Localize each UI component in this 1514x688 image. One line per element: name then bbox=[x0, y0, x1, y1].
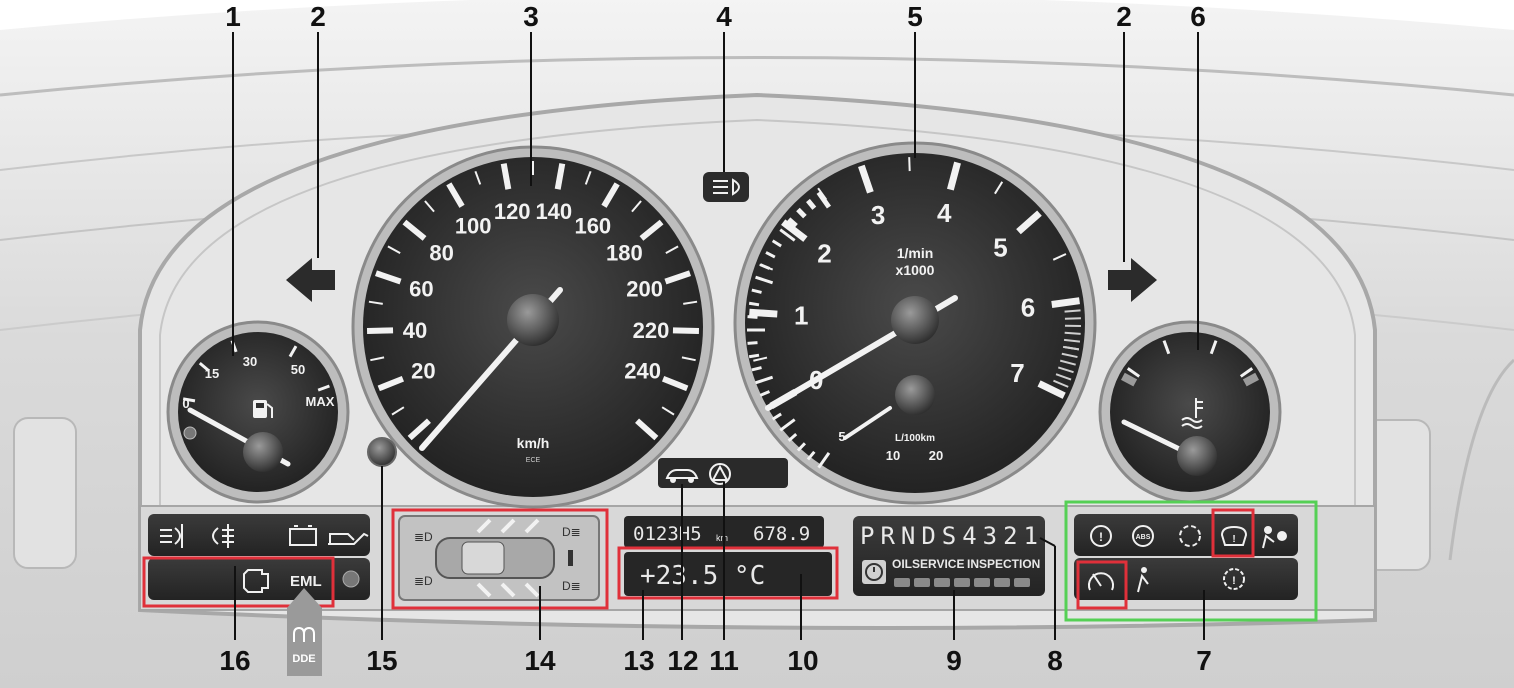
economy-tick bbox=[748, 301, 760, 307]
rpm-unit-label: 1/min bbox=[897, 245, 934, 261]
svg-text:!: ! bbox=[1099, 530, 1103, 544]
odometer-total: 0123H5 bbox=[633, 523, 702, 545]
svg-text:D≣: D≣ bbox=[562, 579, 581, 593]
inspection-label: INSPECTION bbox=[967, 557, 1040, 571]
gear-service-panel: PRNDS4321 OILSERVICE INSPECTION bbox=[853, 516, 1045, 596]
callout-11: 11 bbox=[709, 645, 739, 676]
rpm-label: 2 bbox=[817, 239, 831, 269]
fuel-label: MAX bbox=[306, 394, 335, 409]
service-interval-lamp bbox=[954, 578, 970, 587]
outside-temperature: +23.5 °C bbox=[640, 561, 765, 591]
callout-14: 14 bbox=[524, 645, 556, 676]
service-interval-lamp bbox=[934, 578, 950, 587]
svg-text:≣D: ≣D bbox=[414, 530, 433, 544]
speed-label: 100 bbox=[455, 213, 492, 238]
rpm-multiplier-label: x1000 bbox=[896, 262, 935, 278]
dde-label: DDE bbox=[292, 653, 315, 665]
rpm-label: 4 bbox=[937, 198, 952, 228]
service-interval-lamp bbox=[994, 578, 1010, 587]
speed-label: 40 bbox=[403, 318, 427, 343]
clock-icon bbox=[862, 560, 886, 584]
oil-service-label: OILSERVICE bbox=[892, 557, 964, 571]
callout-9: 9 bbox=[946, 645, 962, 676]
economy-tick bbox=[747, 341, 758, 345]
speed-tick bbox=[366, 327, 394, 335]
speed-label: 60 bbox=[409, 277, 433, 302]
speedometer: 20 40 60 80100120 140160180 200 220 240 km/h EC… bbox=[351, 145, 715, 509]
lamp-monitor-panel: ≣D ≣D D≣ D≣ bbox=[398, 515, 600, 601]
economy-unit-label: L/100km bbox=[895, 433, 935, 444]
service-interval-lamp bbox=[894, 578, 910, 587]
trip-odometer: 678.9 bbox=[753, 523, 810, 545]
callout-15: 15 bbox=[366, 645, 397, 676]
callout-12: 12 bbox=[667, 645, 698, 676]
callout-1: 1 bbox=[225, 1, 241, 32]
callout-6: 6 bbox=[1190, 1, 1206, 32]
speed-label: 200 bbox=[626, 277, 663, 302]
callout-13: 13 bbox=[623, 645, 654, 676]
fuel-label: 15 bbox=[205, 366, 219, 381]
speed-label: 160 bbox=[574, 213, 611, 238]
callout-2-left: 2 bbox=[310, 1, 326, 32]
speed-label: 220 bbox=[633, 318, 670, 343]
rpm-label: 6 bbox=[1021, 293, 1035, 323]
eml-label: EML bbox=[290, 573, 322, 590]
service-interval-lamp bbox=[914, 578, 930, 587]
callout-3: 3 bbox=[523, 1, 539, 32]
callout-4: 4 bbox=[716, 1, 732, 32]
instrument-cluster-diagram: 0153050MAX 20406080100120 140160180200220… bbox=[0, 0, 1514, 688]
coolant-temperature-gauge bbox=[1098, 320, 1282, 504]
svg-text:≣D: ≣D bbox=[414, 574, 433, 588]
trip-reset-button[interactable] bbox=[367, 437, 397, 467]
callout-7: 7 bbox=[1196, 645, 1212, 676]
economy-label: 10 bbox=[886, 448, 900, 463]
redline-tick bbox=[1064, 309, 1081, 313]
speed-label: 140 bbox=[535, 199, 572, 224]
rpm-label: 3 bbox=[871, 200, 885, 230]
speed-label: 240 bbox=[624, 359, 661, 384]
rpm-label: 1 bbox=[794, 301, 808, 331]
rpm-tick bbox=[749, 308, 778, 318]
fuel-label: 30 bbox=[243, 354, 257, 369]
economy-tick bbox=[747, 315, 758, 319]
svg-text:!: ! bbox=[1232, 534, 1235, 545]
tachometer: 01234567 1/min x1000 51020 L/100km bbox=[733, 141, 1097, 505]
callout-10: 10 bbox=[787, 645, 818, 676]
service-interval-lamp bbox=[974, 578, 990, 587]
fuel-label: 50 bbox=[291, 362, 305, 377]
service-interval-lamp bbox=[1014, 578, 1030, 587]
headlight-range-icon bbox=[703, 172, 749, 202]
fuel-gauge: 0153050MAX bbox=[166, 320, 350, 504]
callout-2-right: 2 bbox=[1116, 1, 1132, 32]
speed-label: 80 bbox=[429, 240, 453, 265]
gear-position-display: PRNDS4321 bbox=[860, 522, 1038, 550]
speed-label: 20 bbox=[411, 359, 435, 384]
svg-text:!: ! bbox=[1232, 575, 1236, 587]
left-vent bbox=[13, 417, 77, 569]
svg-text:ABS: ABS bbox=[1136, 534, 1151, 541]
speed-unit-label: km/h bbox=[517, 435, 550, 451]
rpm-label: 7 bbox=[1010, 358, 1024, 388]
odometer-unit: km bbox=[716, 533, 728, 543]
speed-unit-sub-label: ECE bbox=[526, 457, 541, 464]
rpm-label: 5 bbox=[993, 233, 1007, 263]
speed-tick bbox=[672, 327, 700, 335]
redline-tick bbox=[1064, 331, 1081, 335]
speed-label: 120 bbox=[494, 199, 531, 224]
economy-tick bbox=[748, 353, 760, 359]
callout-8: 8 bbox=[1047, 645, 1063, 676]
economy-label: 20 bbox=[929, 448, 943, 463]
callout-16: 16 bbox=[219, 645, 250, 676]
svg-text:D≣: D≣ bbox=[562, 525, 581, 539]
rpm-tick bbox=[1051, 297, 1080, 308]
speed-label: 180 bbox=[606, 240, 643, 265]
callout-5: 5 bbox=[907, 1, 923, 32]
